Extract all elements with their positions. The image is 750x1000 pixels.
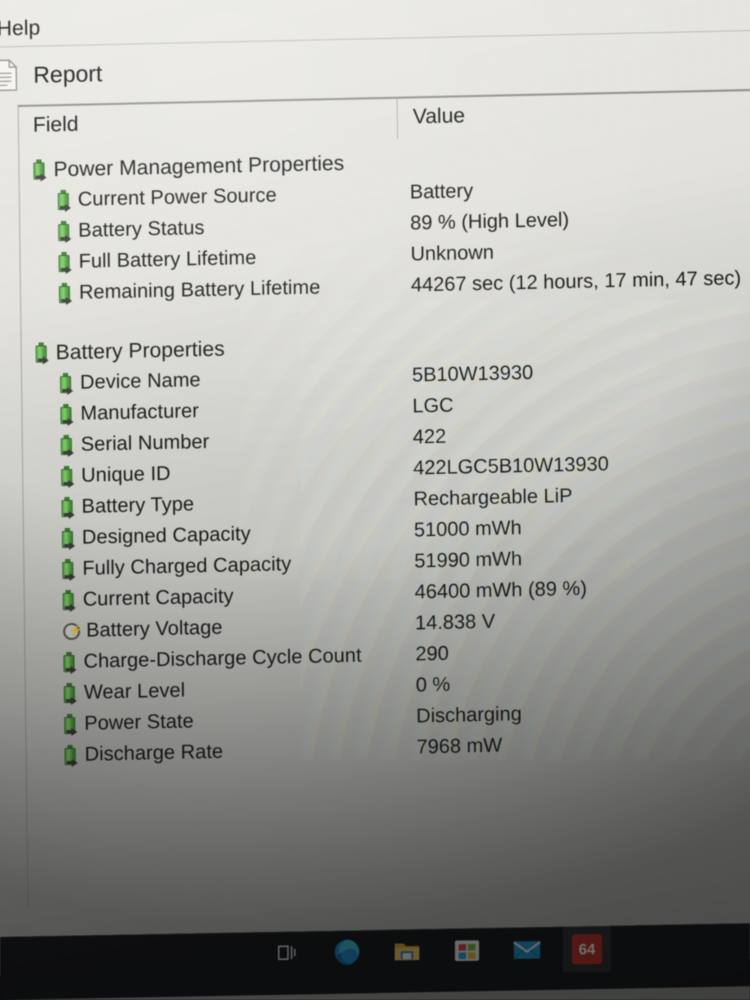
battery-icon — [58, 283, 73, 306]
table-cell-value: 89 % (High Level) — [410, 209, 570, 235]
battery-report-window: ? Help Rep — [0, 0, 750, 976]
table-cell-value: 290 — [415, 642, 449, 666]
menu-item-help[interactable]: Help — [0, 16, 41, 41]
battery-icon — [58, 252, 72, 275]
table-cell-field-label: Battery Status — [78, 216, 205, 242]
table-cell-field: ⚡ Battery Voltage — [63, 617, 223, 643]
table-cell-field: Battery Status — [58, 216, 205, 244]
battery-icon — [61, 466, 75, 489]
table-cell-field: Manufacturer — [60, 400, 200, 427]
battery-icon — [33, 159, 47, 182]
table-cell-value: 51000 mWh — [413, 517, 522, 542]
hwinfo64-label: 64 — [572, 934, 602, 965]
table-cell-field-label: Serial Number — [80, 430, 210, 456]
table-cell-field-label: Power Management Properties — [53, 151, 345, 181]
battery-icon — [63, 651, 77, 675]
table-cell-field-label: Manufacturer — [80, 400, 200, 425]
edge-icon[interactable] — [330, 935, 364, 969]
table-cell-field-label: Current Power Source — [77, 184, 277, 211]
table-cell-field: Remaining Battery Lifetime — [58, 276, 321, 306]
table-cell-field: Current Capacity — [62, 585, 234, 613]
column-header-value[interactable]: Value — [413, 104, 465, 129]
table-cell-field: Charge-Discharge Cycle Count — [63, 644, 362, 675]
table-cell-value: 46400 mWh (89 %) — [414, 577, 588, 604]
battery-icon — [61, 496, 75, 520]
table-cell-value: Discharging — [416, 703, 522, 728]
table-cell-field: Fully Charged Capacity — [62, 553, 292, 582]
table-cell-field: Device Name — [60, 369, 201, 396]
battery-icon — [60, 373, 74, 396]
column-divider[interactable] — [396, 98, 399, 139]
table-cell-field-label: Device Name — [79, 369, 201, 394]
table-cell-field: Wear Level — [63, 679, 186, 706]
table-cell-field-label: Battery Type — [81, 493, 195, 518]
table-cell-value: 0 % — [415, 673, 451, 697]
table-cell-value: Battery — [409, 180, 474, 204]
battery-icon — [60, 404, 74, 427]
battery-icon — [58, 221, 72, 244]
hwinfo64-icon[interactable]: 64 — [570, 932, 604, 966]
table-cell-field-label: Designed Capacity — [81, 523, 251, 549]
table-cell-value: 422 — [412, 425, 447, 449]
battery-icon — [35, 342, 49, 365]
table-cell-field-label: Fully Charged Capacity — [82, 553, 292, 580]
table-cell-field: Discharge Rate — [64, 740, 224, 768]
table-cell-field-label: Charge-Discharge Cycle Count — [83, 644, 362, 673]
table-cell-field: Battery Properties — [35, 337, 225, 365]
document-icon — [0, 59, 18, 92]
battery-icon — [64, 713, 78, 737]
tab-report-label[interactable]: Report — [33, 60, 102, 89]
table-cell-value: 44267 sec (12 hours, 17 min, 47 sec) — [410, 267, 742, 297]
table-cell-field: Power State — [64, 710, 194, 737]
table-cell-value: 5B10W13930 — [411, 361, 534, 387]
table-cell-field: Serial Number — [60, 430, 210, 458]
battery-icon — [60, 435, 75, 458]
table-cell-field-label: Battery Properties — [55, 337, 225, 364]
table-cell-value: Unknown — [410, 241, 495, 266]
battery-icon — [62, 589, 76, 613]
table-cell-field: Power Management Properties — [33, 151, 344, 182]
mail-icon[interactable] — [510, 933, 544, 967]
table-cell-field-label: Current Capacity — [82, 585, 234, 611]
battery-icon — [57, 190, 72, 213]
microsoft-store-icon[interactable] — [450, 933, 484, 967]
table-cell-value: Rechargeable LiP — [413, 485, 573, 511]
table-cell-value: LGC — [412, 394, 454, 418]
table-cell-value: 14.838 V — [414, 610, 496, 635]
file-explorer-icon[interactable] — [390, 934, 424, 968]
battery-icon — [61, 527, 76, 551]
report-rows: Power Management Properties Current Power… — [19, 138, 750, 907]
table-cell-field-label: Unique ID — [81, 462, 171, 487]
battery-icon — [63, 682, 78, 706]
table-cell-field: Battery Type — [61, 493, 195, 520]
battery-icon — [64, 744, 78, 768]
table-cell-field: Unique ID — [61, 462, 171, 489]
table-cell-field-label: Full Battery Lifetime — [78, 246, 257, 273]
table-cell-field-label: Battery Voltage — [85, 616, 223, 642]
table-cell-value: 7968 mW — [416, 734, 503, 759]
lightning-bolt-glyph: ⚡ — [69, 624, 83, 638]
task-view-icon[interactable] — [270, 935, 304, 969]
table-cell-value: 51990 mWh — [414, 548, 523, 573]
report-listview: Field Value Power Management Properties C… — [17, 88, 750, 908]
screen-photo: уук ? Help — [0, 0, 750, 1000]
table-cell-field-label: Wear Level — [83, 679, 186, 704]
table-cell-field-label: Remaining Battery Lifetime — [78, 276, 321, 304]
table-cell-field-label: Discharge Rate — [84, 740, 224, 766]
column-header-field[interactable]: Field — [33, 113, 79, 138]
table-cell-value: 422LGC5B10W13930 — [413, 453, 609, 480]
table-cell-field: Designed Capacity — [61, 523, 251, 551]
table-cell-field: Current Power Source — [57, 184, 277, 213]
battery-icon — [62, 558, 76, 582]
table-cell-field: Full Battery Lifetime — [58, 246, 257, 275]
table-cell-field-label: Power State — [84, 710, 194, 735]
voltage-icon: ⚡ — [63, 622, 83, 641]
